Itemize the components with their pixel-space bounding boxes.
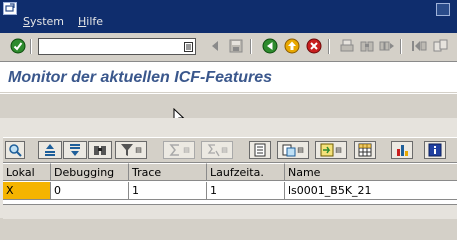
table-cell[interactable]: 1 [129,182,207,200]
column-header[interactable]: Laufzeita. [207,163,285,181]
enter-icon[interactable] [9,37,27,55]
details-icon[interactable] [5,141,25,159]
sap-window-icon[interactable] [3,2,17,15]
new-session-icon[interactable] [432,37,450,55]
change-layout-icon[interactable] [354,141,376,159]
application-toolbar [0,93,457,119]
toolbar-separator [30,39,32,54]
views-icon[interactable]: ▤ [277,141,309,159]
column-header[interactable]: Trace [129,163,207,181]
find-next-icon[interactable] [378,37,396,55]
sort-descending-icon[interactable] [63,141,87,159]
exit-icon[interactable] [283,37,301,55]
print-preview-icon[interactable] [249,141,271,159]
menu-help[interactable]: Hilfe [78,15,103,28]
sum-icon: ▤ [163,141,195,159]
subtotal-dropdown-icon: ▤ [221,146,228,154]
column-header[interactable]: Lokal [3,163,51,181]
find-icon[interactable] [88,141,112,159]
table-cell[interactable]: X [3,182,51,200]
standard-toolbar [0,33,457,62]
page-title: Monitor der aktuellen ICF-Features [8,69,273,86]
first-page-icon[interactable] [410,37,428,55]
title-area: Monitor der aktuellen ICF-Features [0,62,457,92]
column-header[interactable]: Debugging [51,163,129,181]
table-cell[interactable]: 0 [51,182,129,200]
find-icon[interactable] [358,37,376,55]
info-icon[interactable] [424,141,446,159]
filter-dropdown-icon[interactable]: ▤ [135,146,142,154]
filter-icon[interactable]: ▤ [115,141,147,159]
back-icon[interactable] [261,37,279,55]
menu-system[interactable]: System [23,15,64,28]
table-cell[interactable]: ls0001_B5K_21 [285,182,457,200]
grid-empty-area [3,204,457,219]
subtotal-icon: ▤ [201,141,233,159]
sum-dropdown-icon: ▤ [183,146,190,154]
toolbar-separator [328,39,330,54]
data-grid: Lokal Debugging Trace Laufzeita. Name X … [3,163,457,204]
export-icon[interactable]: ▤ [315,141,347,159]
views-dropdown-icon[interactable]: ▤ [297,146,304,154]
command-dropdown-icon[interactable] [182,40,194,53]
toolbar-separator [400,39,402,54]
sort-ascending-icon[interactable] [38,141,62,159]
toolbar-separator [250,39,252,54]
window-control-icon[interactable] [436,3,450,16]
menu-bar: System Hilfe [0,0,457,33]
save-icon[interactable] [227,37,245,55]
grid-toolbar: ▤ ▤ ▤ ▤ ▤ [3,137,457,163]
cancel-icon[interactable] [305,37,323,55]
print-icon[interactable] [338,37,356,55]
graphic-icon[interactable] [391,141,413,159]
table-row[interactable]: X 0 1 1 ls0001_B5K_21 [3,182,457,200]
command-field[interactable] [38,38,196,55]
table-cell[interactable]: 1 [207,182,285,200]
grid-header-row: Lokal Debugging Trace Laufzeita. Name [3,163,457,181]
command-input[interactable] [39,39,177,54]
column-header[interactable]: Name [285,163,457,181]
back-arrow-icon[interactable] [206,37,224,55]
export-dropdown-icon[interactable]: ▤ [335,146,342,154]
menu-mnemonic: H [78,15,87,28]
menu-mnemonic: S [23,15,30,28]
